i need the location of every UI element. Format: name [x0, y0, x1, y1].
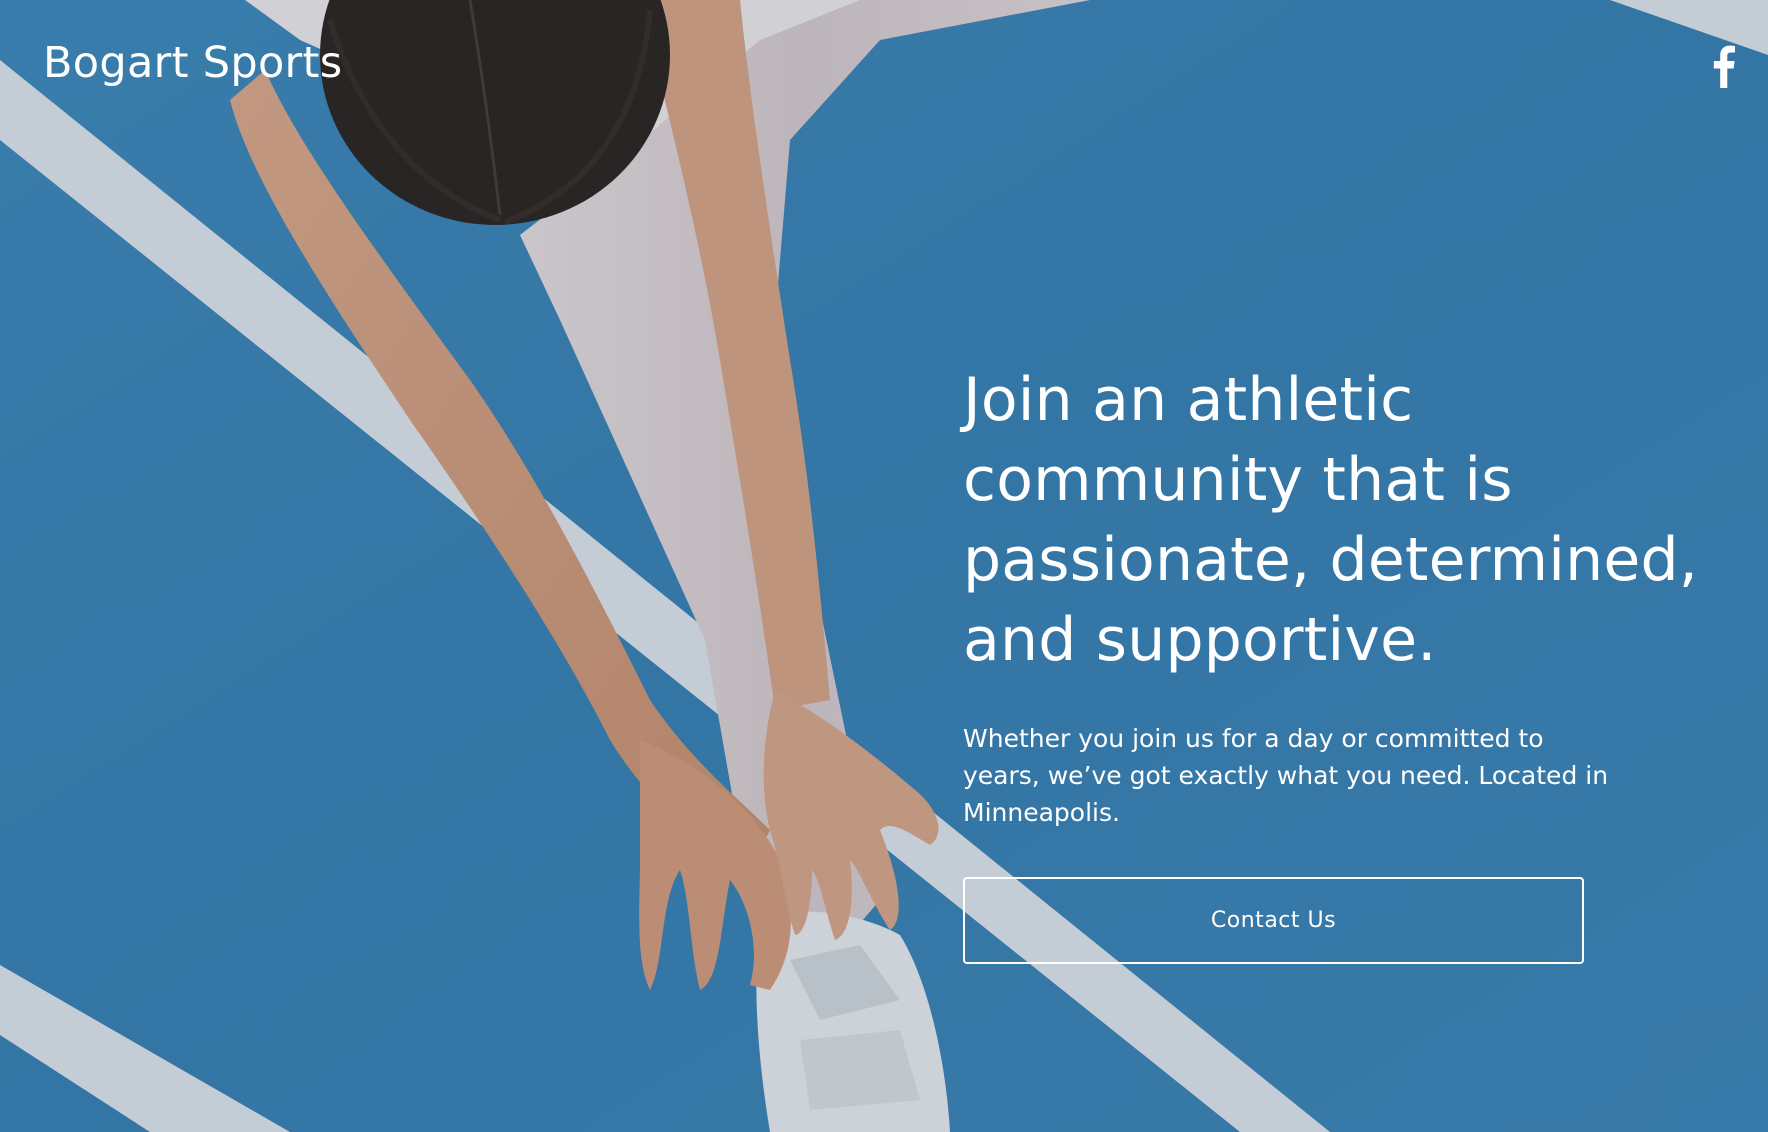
hero-section: Bogart Sports Join an athletic community… — [0, 0, 1768, 1132]
hero-headline: Join an athletic community that is passi… — [963, 365, 1699, 675]
contact-us-button[interactable]: Contact Us — [963, 877, 1584, 964]
facebook-link[interactable] — [1708, 44, 1738, 88]
site-logo[interactable]: Bogart Sports — [43, 38, 342, 90]
hero-content: Join an athletic community that is passi… — [963, 360, 1743, 964]
facebook-icon — [1708, 44, 1738, 88]
hero-subtext: Whether you join us for a day or committ… — [963, 724, 1609, 827]
